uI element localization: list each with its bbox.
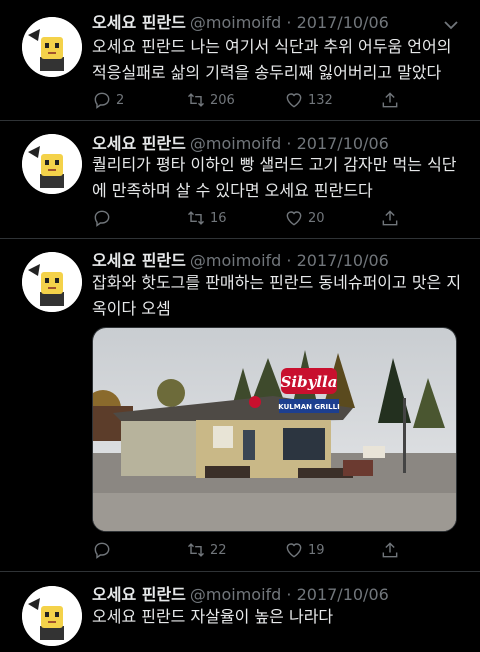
reply-count: 2 — [116, 92, 125, 108]
store-photo: Sibylla KULMAN GRILLI — [93, 328, 456, 531]
avatar-icon — [22, 586, 82, 646]
reply-button[interactable] — [92, 207, 112, 229]
display-name[interactable]: 오세요 핀란드 — [92, 585, 186, 604]
tweet-text: 오세요 핀란드 자살율이 높은 나라다 — [92, 607, 334, 626]
timeline: 오세요 핀란드 @moimoifd · 2017/10/06 오세요 핀란드 나는… — [0, 0, 480, 652]
reply-icon — [94, 542, 110, 559]
share-button[interactable] — [380, 539, 400, 561]
more-options[interactable] — [440, 14, 462, 36]
retweet-button[interactable]: 16 — [186, 207, 227, 229]
tweet-text: 잡화와 핫도그를 판매하는 핀란드 동네슈퍼이고 맛은 지옥이다 오셈 — [92, 273, 462, 318]
tweet[interactable]: 오세요 핀란드 @moimoifd · 2017/10/06 퀄리티가 평타 이하… — [0, 121, 480, 239]
retweet-count: 206 — [210, 92, 235, 108]
reply-icon — [94, 210, 110, 227]
retweet-count: 16 — [210, 210, 227, 226]
retweet-button[interactable]: 206 — [186, 89, 235, 111]
tweet[interactable]: 오세요 핀란드 @moimoifd · 2017/10/06 오세요 핀란드 자살… — [0, 572, 480, 652]
tweet[interactable]: 오세요 핀란드 @moimoifd · 2017/10/06 오세요 핀란드 나는… — [0, 0, 480, 121]
avatar-icon — [22, 17, 82, 77]
like-count: 20 — [308, 210, 325, 226]
tweet-header: 오세요 핀란드 @moimoifd · 2017/10/06 — [92, 250, 389, 272]
avatar-icon — [22, 252, 82, 312]
share-icon — [382, 92, 398, 108]
tweet-actions: 22 19 — [92, 539, 412, 561]
tweet-text: 퀄리티가 평타 이하인 빵 샐러드 고기 감자만 먹는 식단에 만족하며 살 수… — [92, 155, 457, 200]
display-name[interactable]: 오세요 핀란드 — [92, 13, 186, 32]
tweet-photo[interactable]: Sibylla KULMAN GRILLI — [92, 327, 457, 532]
tweet[interactable]: 오세요 핀란드 @moimoifd · 2017/10/06 잡화와 핫도그를 판… — [0, 239, 480, 572]
display-name[interactable]: 오세요 핀란드 — [92, 251, 186, 270]
handle-and-date[interactable]: @moimoifd · 2017/10/06 — [190, 13, 389, 32]
tweet-header: 오세요 핀란드 @moimoifd · 2017/10/06 — [92, 12, 389, 34]
reply-icon — [94, 92, 110, 109]
retweet-count: 22 — [210, 542, 227, 558]
avatar[interactable] — [22, 252, 82, 312]
tweet-text: 오세요 핀란드 나는 여기서 식단과 추위 어두움 언어의 적응실패로 삶의 기… — [92, 37, 452, 82]
like-icon — [286, 211, 302, 226]
like-button[interactable]: 20 — [284, 207, 325, 229]
sign-sub-text: KULMAN GRILLI — [278, 403, 339, 411]
handle-and-date[interactable]: @moimoifd · 2017/10/06 — [190, 134, 389, 153]
handle-and-date[interactable]: @moimoifd · 2017/10/06 — [190, 585, 389, 604]
like-button[interactable]: 132 — [284, 89, 333, 111]
chevron-down-icon — [444, 21, 458, 30]
avatar-icon — [22, 134, 82, 194]
avatar[interactable] — [22, 17, 82, 77]
avatar[interactable] — [22, 586, 82, 646]
tweet-actions: 16 20 — [92, 207, 412, 229]
display-name[interactable]: 오세요 핀란드 — [92, 134, 186, 153]
like-icon — [286, 93, 302, 108]
share-icon — [382, 542, 398, 558]
reply-button[interactable]: 2 — [92, 89, 124, 111]
avatar[interactable] — [22, 134, 82, 194]
retweet-icon — [187, 93, 205, 107]
share-icon — [382, 210, 398, 226]
sign-main-text: Sibylla — [281, 373, 338, 391]
retweet-icon — [187, 211, 205, 225]
retweet-button[interactable]: 22 — [186, 539, 227, 561]
handle-and-date[interactable]: @moimoifd · 2017/10/06 — [190, 251, 389, 270]
tweet-actions: 2 206 132 — [92, 89, 412, 111]
like-count: 132 — [308, 92, 333, 108]
like-button[interactable]: 19 — [284, 539, 325, 561]
reply-button[interactable] — [92, 539, 112, 561]
like-count: 19 — [308, 542, 325, 558]
retweet-icon — [187, 543, 205, 557]
share-button[interactable] — [380, 89, 400, 111]
tweet-header: 오세요 핀란드 @moimoifd · 2017/10/06 — [92, 584, 389, 606]
like-icon — [286, 543, 302, 558]
share-button[interactable] — [380, 207, 400, 229]
